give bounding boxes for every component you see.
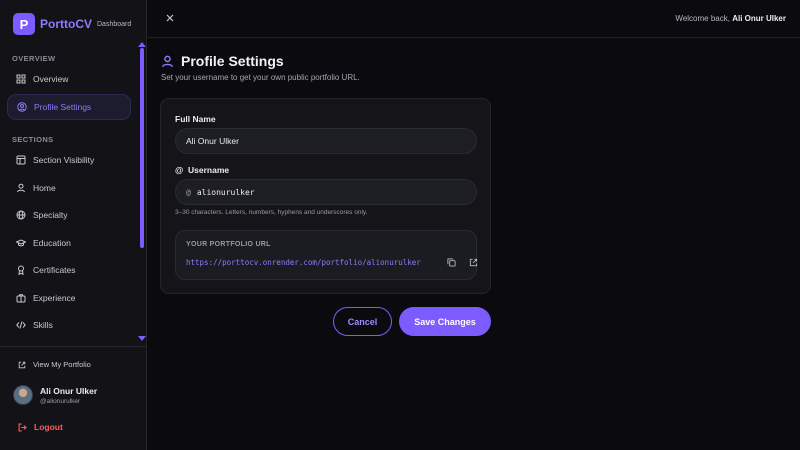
brand-subtitle: Dashboard [97, 21, 132, 28]
full-name-field[interactable]: Ali Onur Ulker [175, 128, 477, 154]
portfolio-url-box: YOUR PORTFOLIO URL https://porttocv.onre… [175, 230, 478, 280]
page-title: Profile Settings [181, 53, 284, 69]
scroll-up-arrow-icon[interactable] [138, 42, 146, 47]
external-link-icon[interactable] [469, 258, 478, 267]
full-name-label: Full Name [175, 114, 216, 124]
username-label: @ Username [175, 165, 229, 175]
sidebar-scrollbar-thumb[interactable] [140, 48, 144, 248]
sidebar-item-overview[interactable]: Overview [7, 66, 131, 92]
portfolio-url-link[interactable]: https://porttocv.onrender.com/portfolio/… [186, 258, 424, 267]
page-header: Profile Settings [161, 53, 284, 69]
sidebar-item-section-visibility[interactable]: Section Visibility [7, 147, 131, 173]
user-name: Ali Onur Ulker [40, 385, 98, 396]
welcome-name: Ali Onur Ulker [732, 14, 786, 23]
grid-icon [16, 74, 26, 84]
sections-section-label: SECTIONS [12, 135, 54, 144]
view-portfolio-link[interactable]: View My Portfolio [18, 360, 91, 369]
overview-section-label: OVERVIEW [12, 54, 56, 63]
portfolio-url-label: YOUR PORTFOLIO URL [186, 241, 271, 248]
sidebar-item-home[interactable]: Home [7, 175, 131, 201]
username-value: alionurulker [196, 187, 255, 197]
user-icon [161, 55, 174, 67]
scroll-down-arrow-icon[interactable] [138, 336, 146, 341]
sidebar-item-experience[interactable]: Experience [7, 285, 131, 311]
logout-label: Logout [34, 422, 63, 432]
user-circle-icon [17, 102, 27, 112]
user-icon [16, 183, 26, 193]
code-icon [16, 320, 26, 330]
sidebar-item-profile-settings[interactable]: Profile Settings [7, 94, 131, 120]
topbar: Welcome back, Ali Onur Ulker [147, 0, 800, 38]
cancel-button[interactable]: Cancel [333, 307, 392, 336]
sidebar-item-label: Experience [33, 293, 76, 303]
graduation-cap-icon [16, 238, 26, 248]
brand-logo-letter: P [19, 16, 29, 32]
sidebar-item-label: Certificates [33, 265, 76, 275]
username-hint: 3–30 characters. Letters, numbers, hyphe… [175, 209, 368, 216]
user-handle: @alionurulker [40, 397, 81, 405]
sidebar: P PorttoCV Dashboard OVERVIEW Overview P… [0, 0, 147, 450]
sidebar-item-label: Home [33, 183, 56, 193]
sidebar-item-label: Skills [33, 320, 53, 330]
welcome-prefix: Welcome back, [675, 14, 730, 23]
brand-logo: P [13, 13, 35, 35]
sidebar-item-education[interactable]: Education [7, 230, 131, 256]
globe-icon [16, 210, 26, 220]
briefcase-icon [16, 293, 26, 303]
layout-icon [16, 155, 26, 165]
brand-name: PorttoCV [40, 17, 92, 31]
username-prefix: @ [186, 187, 191, 197]
sidebar-item-label: Profile Settings [34, 102, 92, 112]
avatar [13, 385, 33, 405]
sidebar-divider [0, 346, 146, 347]
user-profile[interactable]: Ali Onur Ulker @alionurulker [13, 385, 97, 405]
sidebar-item-certificates[interactable]: Certificates [7, 257, 131, 283]
view-portfolio-label: View My Portfolio [33, 360, 91, 369]
username-field[interactable]: @ alionurulker [175, 179, 477, 205]
sidebar-item-label: Section Visibility [33, 155, 95, 165]
sidebar-item-label: Specialty [33, 210, 68, 220]
save-changes-button[interactable]: Save Changes [399, 307, 491, 336]
award-icon [16, 265, 26, 275]
logout-icon [18, 423, 27, 431]
copy-icon[interactable] [447, 258, 456, 267]
sidebar-item-label: Education [33, 238, 71, 248]
close-sidebar-icon[interactable] [165, 13, 175, 23]
logout-button[interactable]: Logout [18, 422, 63, 432]
sidebar-item-specialty[interactable]: Specialty [7, 202, 131, 228]
username-label-text: Username [188, 165, 230, 175]
sidebar-item-label: Overview [33, 74, 69, 84]
page-subtitle: Set your username to get your own public… [161, 73, 360, 82]
brand[interactable]: P PorttoCV Dashboard [13, 13, 131, 35]
external-link-icon [18, 361, 26, 368]
profile-settings-card: Full Name Ali Onur Ulker @ Username @ al… [160, 98, 491, 294]
username-label-at: @ [175, 165, 184, 175]
welcome-message: Welcome back, Ali Onur Ulker [675, 14, 786, 23]
full-name-value: Ali Onur Ulker [186, 136, 239, 146]
sidebar-item-skills[interactable]: Skills [7, 312, 131, 338]
